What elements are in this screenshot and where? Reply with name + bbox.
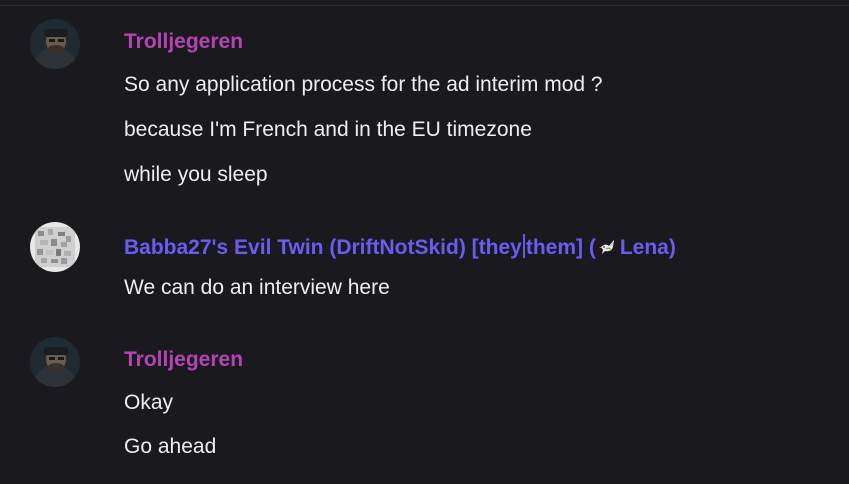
- avatar[interactable]: [30, 337, 80, 387]
- username[interactable]: Babba27's Evil Twin (DriftNotSkid) [they…: [124, 234, 676, 262]
- chat-message-list: Trolljegeren So any application process …: [0, 0, 849, 484]
- separator-bar: [522, 234, 525, 258]
- message-text: while you sleep: [124, 163, 268, 186]
- username-part: them] (: [525, 236, 596, 259]
- username-part: Lena): [619, 236, 676, 259]
- username-part: Babba27's Evil Twin (DriftNotSkid) [they: [124, 236, 522, 259]
- avatar[interactable]: [30, 222, 80, 272]
- message-text: because I'm French and in the EU timezon…: [124, 118, 532, 141]
- message-text: So any application process for the ad in…: [124, 73, 603, 96]
- message-text: Go ahead: [124, 435, 217, 458]
- dove-icon: [598, 236, 618, 262]
- message-text: We can do an interview here: [124, 276, 390, 299]
- message-text: Okay: [124, 391, 174, 414]
- top-divider: [0, 5, 849, 6]
- username[interactable]: Trolljegeren: [124, 348, 243, 372]
- username[interactable]: Trolljegeren: [124, 30, 243, 54]
- avatar[interactable]: [30, 19, 80, 69]
